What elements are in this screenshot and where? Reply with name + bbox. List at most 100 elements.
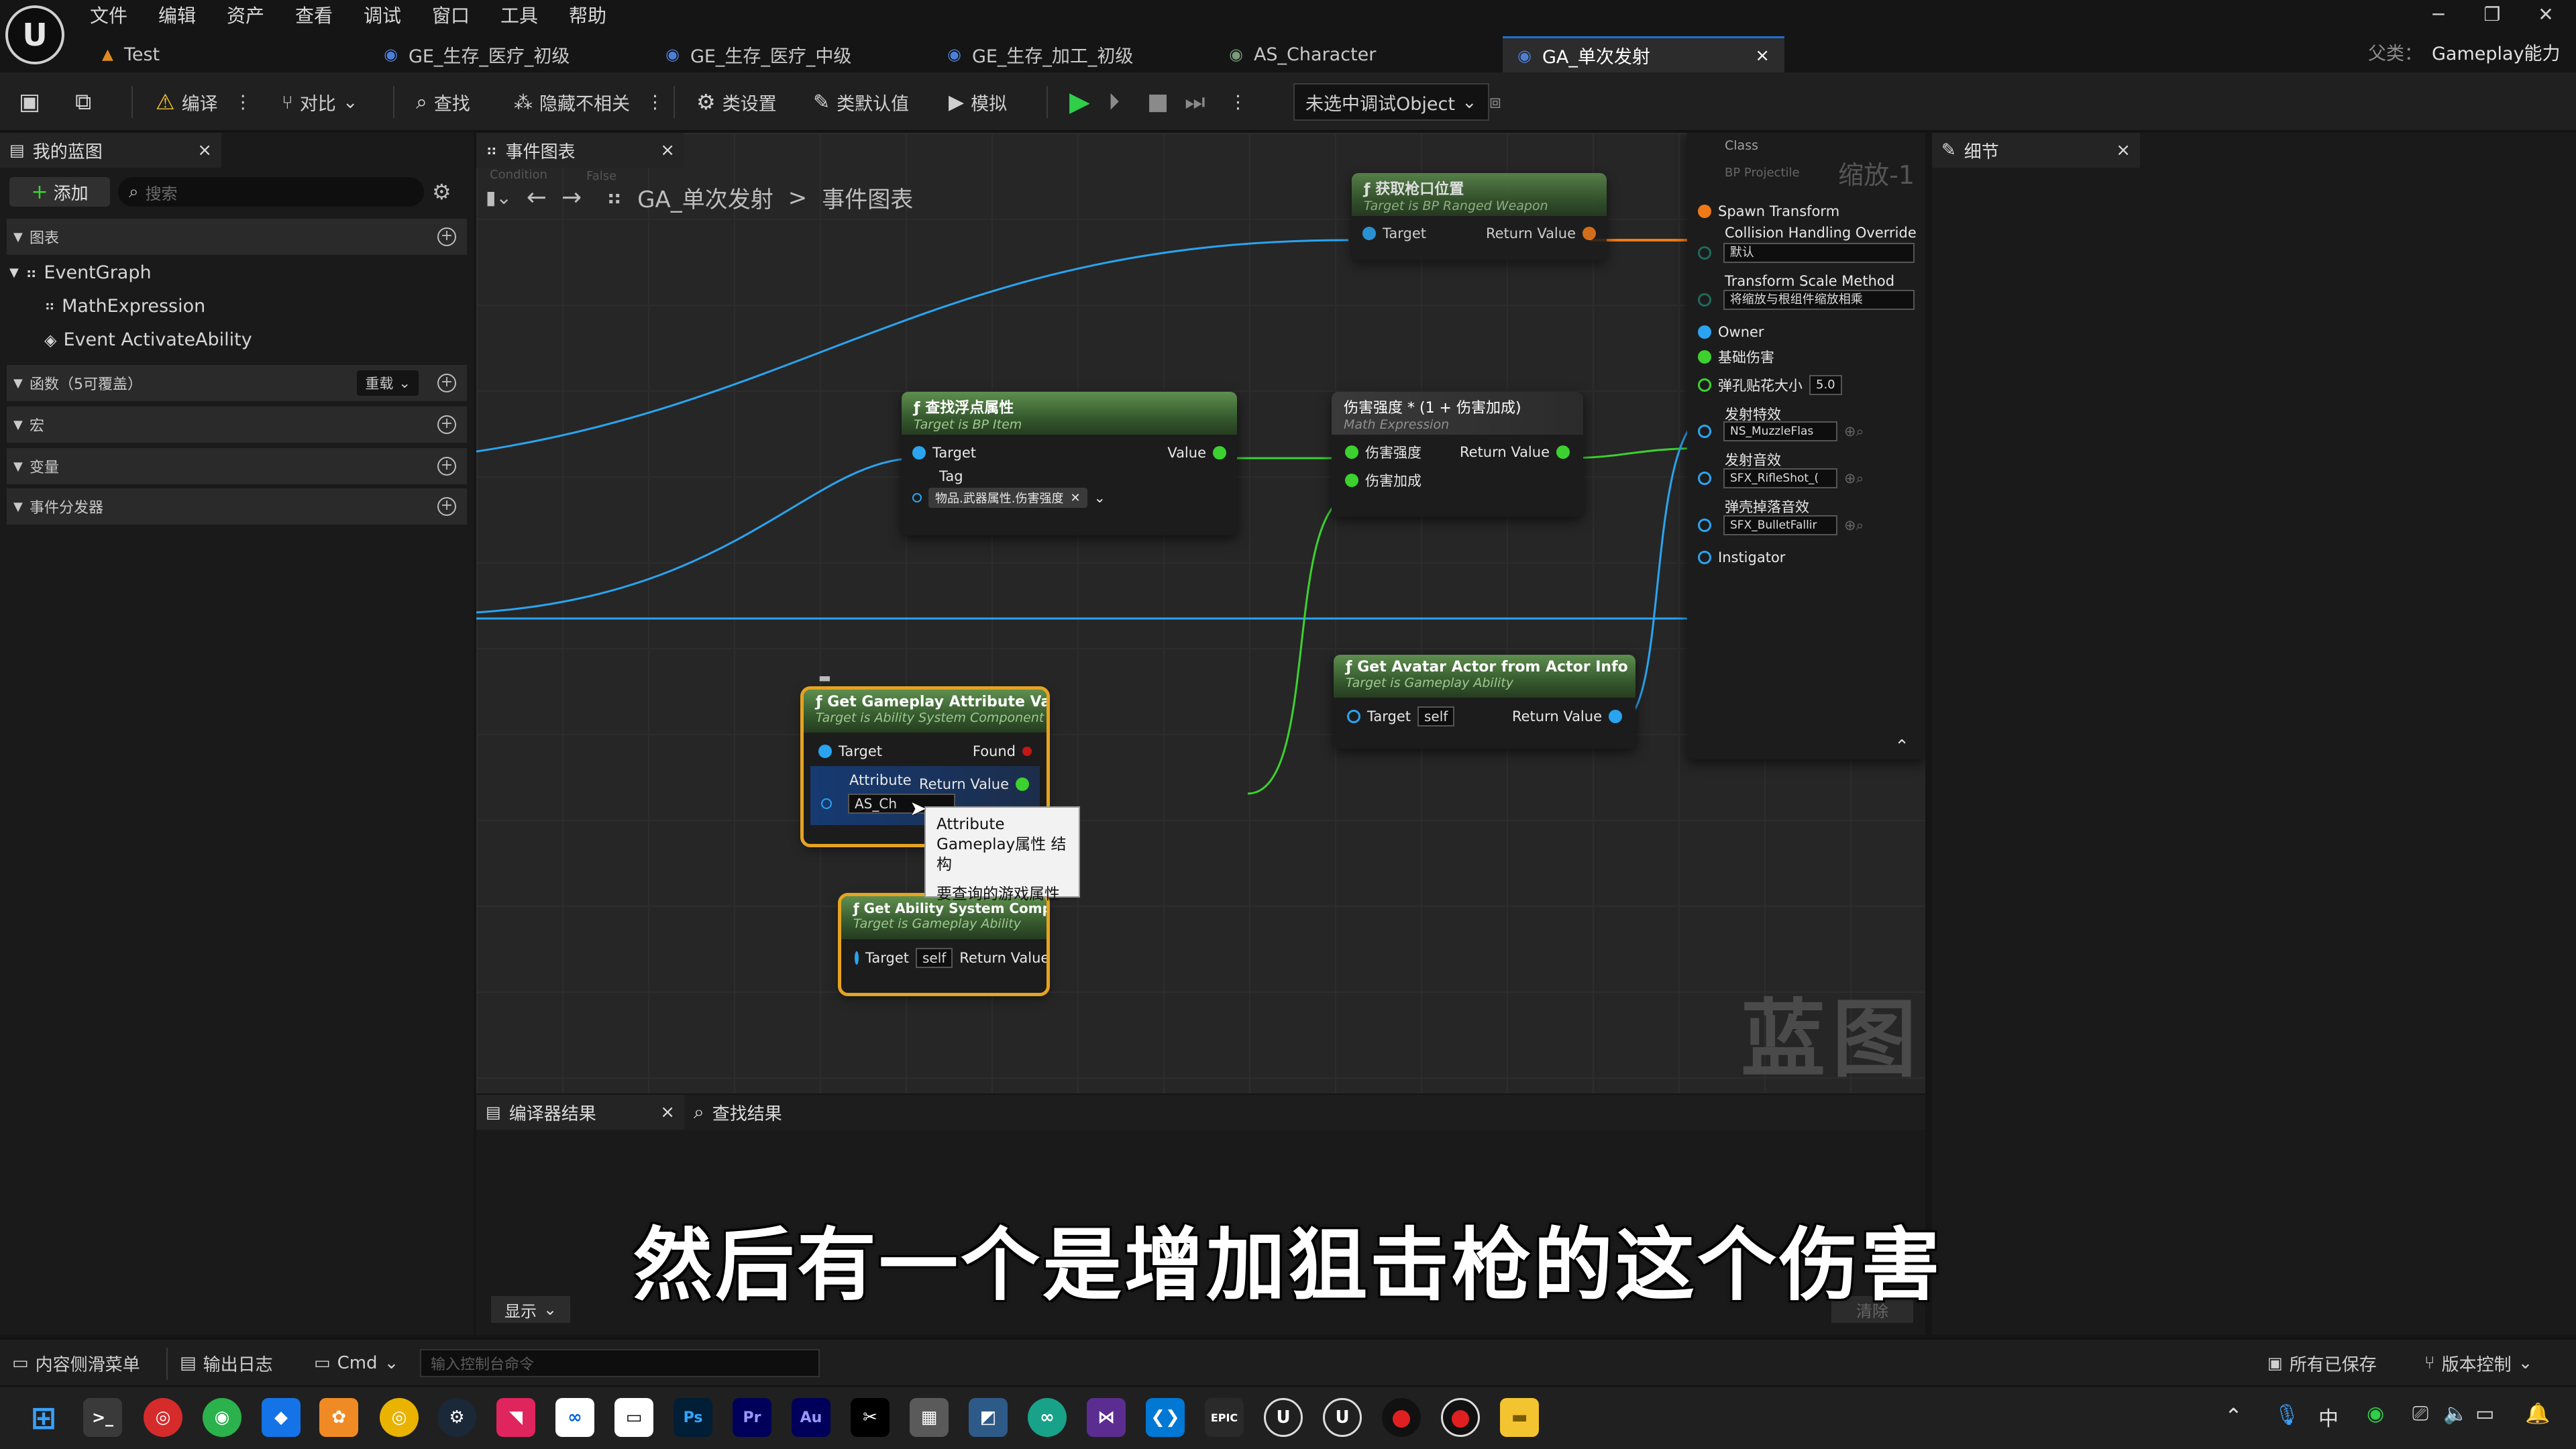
target-pin[interactable]	[1347, 710, 1360, 723]
play-options-icon[interactable]: ⋮	[1229, 72, 1247, 131]
section-functions[interactable]: ▼ 函数（5可覆盖） 重载 ⌄ +	[7, 365, 467, 401]
file-explorer-icon[interactable]: ▬	[1500, 1398, 1539, 1437]
audition-icon[interactable]: Au	[792, 1398, 830, 1437]
music-app-icon[interactable]: ◎	[144, 1398, 182, 1437]
add-button[interactable]: + 添加	[9, 177, 110, 207]
visual-studio-icon[interactable]: ⋈	[1087, 1398, 1126, 1437]
override-dropdown[interactable]: 重载 ⌄	[357, 370, 419, 396]
shell-sfx-pin[interactable]	[1698, 519, 1711, 532]
pink-app-icon[interactable]: ◥	[496, 1398, 535, 1437]
menu-tools[interactable]: 工具	[500, 1, 538, 31]
asset-browse-icon[interactable]: ⊕⌕	[1844, 423, 1864, 440]
menu-view[interactable]: 查看	[295, 1, 333, 31]
play-button[interactable]: ▶	[1069, 72, 1090, 131]
tab-close-icon[interactable]: ×	[1755, 46, 1770, 66]
blueprint-search-input[interactable]: ⌕ 搜索	[118, 177, 424, 207]
oculus-icon[interactable]: ▭	[614, 1398, 653, 1437]
menu-window[interactable]: 窗口	[432, 1, 470, 31]
compile-button[interactable]: ⚠ 编译 ⋮	[156, 72, 252, 131]
node-get-muzzle-location[interactable]: ƒ 获取枪口位置 Target is BP Ranged Weapon Targ…	[1352, 173, 1607, 260]
premiere-icon[interactable]: Pr	[733, 1398, 771, 1437]
comment-bubble-icon[interactable]: ▬	[818, 669, 831, 686]
fire-fx-pin[interactable]	[1698, 425, 1711, 438]
attribute-pin[interactable]	[821, 798, 832, 809]
steam-icon[interactable]: ⚙	[437, 1398, 476, 1437]
return-value-pin[interactable]	[1582, 227, 1596, 240]
target-self-field[interactable]: self	[915, 948, 953, 968]
parent-class-link[interactable]: Gameplay能力	[2432, 39, 2561, 65]
node-find-float-attribute[interactable]: ƒ 查找浮点属性 Target is BP Item Target Value …	[902, 392, 1237, 535]
class-settings-button[interactable]: ⚙ 类设置	[696, 72, 777, 131]
menu-asset[interactable]: 资产	[227, 1, 264, 31]
breadcrumb-graph[interactable]: 事件图表	[822, 181, 913, 214]
more-options-icon[interactable]: ⋮	[646, 92, 664, 113]
spawn-transform-pin[interactable]	[1698, 205, 1711, 218]
scale-method-pin[interactable]	[1698, 293, 1711, 307]
fire-sfx-dropdown[interactable]: SFX_RifleShot_(	[1723, 468, 1837, 488]
debug-object-select[interactable]: 未选中调试Object ⌄	[1293, 72, 1489, 131]
section-macros[interactable]: ▼ 宏 +	[7, 407, 467, 443]
meta-icon[interactable]: ∞	[555, 1398, 594, 1437]
tab-ga-single-shot[interactable]: ◉ GA_单次发射 ×	[1503, 36, 1784, 72]
network-icon[interactable]: ⎚	[2412, 1402, 2428, 1426]
return-value-pin[interactable]	[1016, 777, 1029, 791]
target-pin[interactable]	[855, 951, 859, 965]
add-dispatcher-icon[interactable]: +	[437, 497, 456, 516]
decal-size-pin[interactable]	[1698, 378, 1711, 392]
target-pin[interactable]	[818, 745, 832, 758]
output-log-button[interactable]: ▤ 输出日志	[180, 1340, 273, 1387]
version-control-button[interactable]: ⑂ 版本控制 ⌄	[2424, 1340, 2532, 1387]
diff-button[interactable]: ⑂ 对比 ⌄	[282, 72, 358, 131]
tab-ge-heal-mid[interactable]: ◉ GE_生存_医疗_中级	[651, 36, 932, 72]
add-variable-icon[interactable]: +	[437, 457, 456, 476]
compiler-results-tab[interactable]: ▤ 编译器结果 ×	[476, 1095, 684, 1130]
target-self-field[interactable]: self	[1417, 706, 1455, 727]
details-tab[interactable]: ✎ 细节 ×	[1932, 133, 2140, 168]
section-dispatchers[interactable]: ▼ 事件分发器 +	[7, 488, 467, 525]
find-results-tab[interactable]: ⌕ 查找结果	[684, 1095, 892, 1130]
breadcrumb-blueprint[interactable]: GA_单次发射	[637, 181, 773, 214]
forward-arrow-icon[interactable]: →	[561, 184, 582, 211]
browse-button[interactable]: ⧉	[75, 72, 91, 131]
notification-bell-icon[interactable]: 🔔	[2525, 1402, 2550, 1426]
decal-size-field[interactable]: 5.0	[1809, 375, 1842, 395]
menu-edit[interactable]: 编辑	[158, 1, 196, 31]
unreal-engine-icon[interactable]: U	[1264, 1398, 1303, 1437]
event-graph-canvas[interactable]: ▮⌄ ← → ⠶ GA_单次发射 > 事件图表 Condition False …	[476, 133, 1925, 1093]
volume-icon[interactable]: 🔈	[2443, 1402, 2468, 1426]
settings-gear-icon[interactable]: ⚙	[432, 179, 451, 205]
menu-file[interactable]: 文件	[90, 1, 127, 31]
debug-filter-button[interactable]: ⧈	[1489, 72, 1501, 131]
class-dropdown[interactable]: BP Projectile	[1725, 166, 1800, 180]
step-button[interactable]: ⏵	[1108, 72, 1120, 131]
damage-bonus-pin[interactable]	[1345, 474, 1358, 487]
capcut-icon[interactable]: ✂	[851, 1398, 890, 1437]
close-window-icon[interactable]: ✕	[2522, 0, 2569, 30]
frame-skip-button[interactable]: ⏭	[1185, 72, 1205, 131]
stop-button[interactable]: ■	[1147, 72, 1169, 131]
chevron-down-icon[interactable]: ⌄	[1094, 490, 1106, 506]
record-icon[interactable]: ●	[1441, 1398, 1480, 1437]
section-variables[interactable]: ▼ 变量 +	[7, 448, 467, 484]
tag-pin[interactable]	[912, 493, 922, 502]
fire-sfx-pin[interactable]	[1698, 472, 1711, 485]
menu-debug[interactable]: 调试	[364, 1, 401, 31]
ime-indicator[interactable]: 中	[2318, 1402, 2339, 1432]
class-defaults-button[interactable]: ✎ 类默认值	[813, 72, 909, 131]
wechat-icon[interactable]: ◉	[203, 1398, 241, 1437]
instigator-pin[interactable]	[1698, 551, 1711, 564]
tab-ge-heal-basic[interactable]: ◉ GE_生存_医疗_初级	[369, 36, 651, 72]
unreal-logo-icon[interactable]: U	[5, 5, 64, 64]
browser-app-icon[interactable]: ◆	[262, 1398, 301, 1437]
save-button[interactable]: ▣	[19, 72, 40, 131]
butterfly-app-icon[interactable]: ✿	[319, 1398, 358, 1437]
collision-dropdown[interactable]: 默认	[1723, 243, 1915, 263]
cmd-dropdown[interactable]: ▭ Cmd ⌄	[314, 1340, 398, 1387]
tree-event-activateability[interactable]: ◈ Event ActivateAbility	[44, 323, 252, 357]
tab-test[interactable]: ▲ Test	[87, 36, 369, 72]
tab-ge-craft-basic[interactable]: ◉ GE_生存_加工_初级	[932, 36, 1214, 72]
scale-method-dropdown[interactable]: 将缩放与根组件缩放相乘	[1723, 290, 1915, 310]
simulate-button[interactable]: ▶ 模拟	[949, 72, 1007, 131]
node-get-ability-system-component[interactable]: ƒ Get Ability System Component from Acto…	[838, 893, 1050, 996]
tab-close-icon[interactable]: ×	[660, 1102, 675, 1122]
